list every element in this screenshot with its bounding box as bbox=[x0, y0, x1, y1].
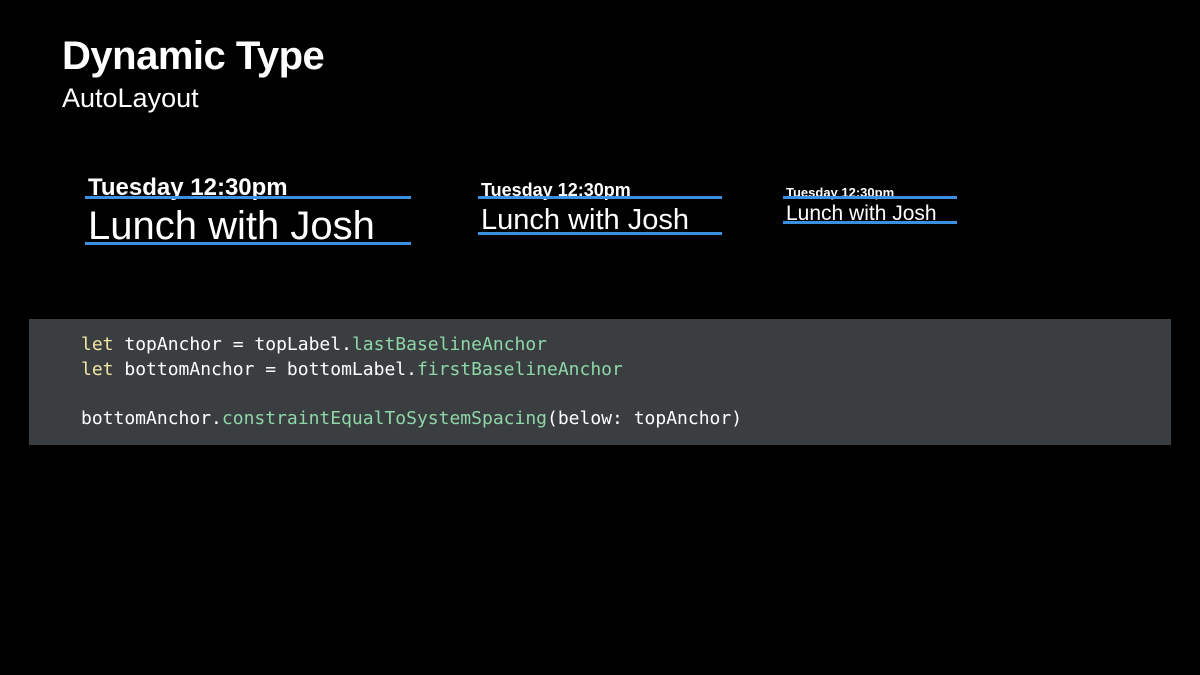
slide-subtitle: AutoLayout bbox=[62, 83, 199, 113]
last-baseline-marker bbox=[85, 196, 411, 199]
first-baseline-marker bbox=[783, 221, 957, 224]
code-tail: (below: topAnchor) bbox=[547, 407, 743, 429]
last-baseline-marker bbox=[478, 196, 722, 199]
slide-title: Dynamic Type bbox=[62, 34, 325, 78]
sample-event-label: Lunch with Josh bbox=[481, 204, 689, 236]
code-line-top-anchor: let topAnchor = topLabel.lastBaselineAnc… bbox=[81, 333, 1171, 358]
code-line-constraint: bottomAnchor.constraintEqualToSystemSpac… bbox=[81, 407, 1171, 432]
code-line-bottom-anchor: let bottomAnchor = bottomLabel.firstBase… bbox=[81, 358, 1171, 383]
sample-small: Tuesday 12:30pm Lunch with Josh bbox=[783, 183, 957, 228]
code-text: bottomAnchor = bottomLabel. bbox=[113, 358, 417, 380]
code-member: lastBaselineAnchor bbox=[351, 334, 548, 355]
code-keyword: let bbox=[81, 358, 114, 380]
last-baseline-marker bbox=[783, 196, 957, 199]
first-baseline-marker bbox=[478, 232, 722, 235]
code-member: constraintEqualToSystemSpacing bbox=[221, 407, 547, 429]
code-text: bottomAnchor. bbox=[81, 407, 222, 429]
code-keyword: let bbox=[81, 334, 114, 355]
code-text: topAnchor = topLabel. bbox=[113, 334, 352, 355]
code-block: let topAnchor = topLabel.lastBaselineAnc… bbox=[29, 319, 1171, 445]
sample-large: Tuesday 12:30pm Lunch with Josh bbox=[85, 170, 411, 250]
sample-event-label: Lunch with Josh bbox=[88, 204, 375, 248]
sample-medium: Tuesday 12:30pm Lunch with Josh bbox=[478, 176, 722, 242]
first-baseline-marker bbox=[85, 242, 411, 245]
code-member: firstBaselineAnchor bbox=[416, 358, 623, 380]
